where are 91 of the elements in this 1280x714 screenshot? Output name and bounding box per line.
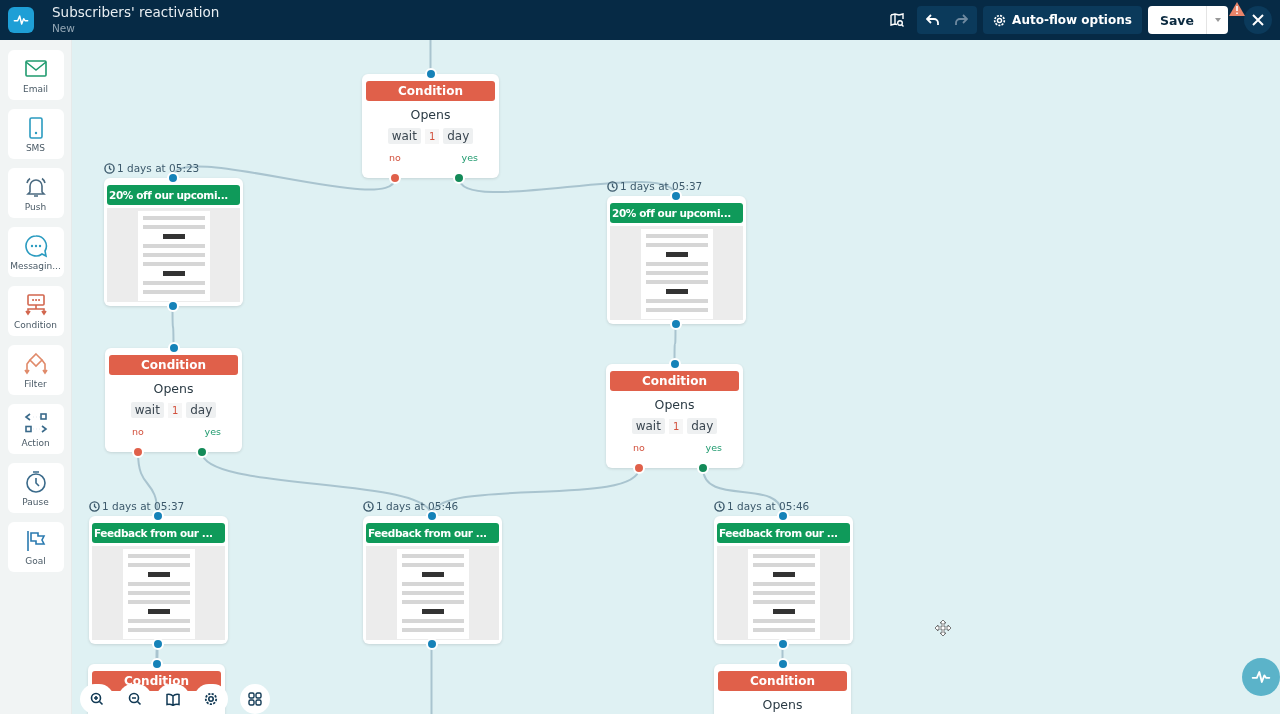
delay-text: 1 days at 05:46	[727, 500, 810, 512]
condition-title: Condition	[610, 371, 739, 391]
condition-node[interactable]: Condition Opens wait 1 day no yes	[362, 74, 499, 178]
clock-icon	[89, 500, 100, 512]
zoom-out-icon	[128, 692, 142, 706]
wait-unit: day	[186, 402, 217, 418]
delay-text: 1 days at 05:23	[117, 162, 200, 174]
port-dot[interactable]	[425, 510, 438, 522]
condition-node[interactable]: Condition Opens wait 1 day no yes	[606, 364, 743, 468]
sidebar-item[interactable]: Push	[7, 168, 64, 218]
email-title: 20% off our upcomi...	[107, 185, 240, 205]
condition-node[interactable]: Condition Opens	[714, 664, 851, 714]
delay-text: 1 days at 05:37	[620, 180, 703, 192]
sidebar-item[interactable]: SMS	[7, 109, 64, 159]
event-label: Opens	[153, 381, 194, 396]
move-cursor-icon	[935, 620, 951, 636]
wait-label: wait	[631, 418, 665, 434]
wait-label: wait	[387, 128, 421, 144]
port-dot[interactable]	[166, 172, 179, 184]
zoom-in-icon	[90, 692, 104, 706]
email-title: Feedback from our ...	[366, 523, 499, 543]
no-branch-label: no	[132, 426, 144, 437]
flow-status: New	[52, 21, 76, 36]
wait-unit: day	[687, 418, 718, 434]
clock-icon	[363, 500, 374, 512]
delay-text: 1 days at 05:46	[376, 500, 459, 512]
yes-branch-label: yes	[705, 442, 722, 453]
caret-icon	[1214, 18, 1221, 22]
delay-text: 1 days at 05:37	[102, 500, 185, 512]
condition-node[interactable]: Condition Opens wait 1 day no yes	[105, 348, 242, 452]
wait-unit: day	[443, 128, 474, 144]
stopwatch-icon	[23, 469, 48, 494]
branch-icon	[23, 292, 48, 317]
email-node[interactable]: 20% off our upcomi...	[104, 178, 243, 306]
settings-icon	[993, 13, 1007, 27]
chat-bubble-icon	[23, 233, 48, 258]
event-label: Opens	[762, 697, 803, 712]
flow-title: Subscribers' reactivation	[52, 4, 220, 21]
chat-button[interactable]	[1242, 658, 1280, 696]
event-label: Opens	[410, 107, 451, 122]
port-dot[interactable]	[669, 190, 682, 202]
port-dot[interactable]	[151, 510, 164, 522]
no-branch-label: no	[633, 442, 645, 453]
settings-icon	[204, 692, 218, 706]
email-node[interactable]: 20% off our upcomi...	[607, 196, 746, 324]
sidebar-item[interactable]: Condition	[7, 286, 64, 336]
close-icon	[1252, 14, 1264, 26]
redo-icon	[954, 14, 969, 26]
close-button[interactable]	[1244, 6, 1272, 34]
condition-title: Condition	[366, 81, 495, 101]
zoom-in-button[interactable]	[80, 684, 114, 714]
clock-icon	[104, 162, 115, 174]
map-search-icon	[890, 13, 905, 27]
sidebar-item[interactable]: Email	[7, 50, 64, 100]
event-label: Opens	[654, 397, 695, 412]
auto-flow-options-button[interactable]: Auto-flow options	[983, 6, 1142, 34]
email-title: Feedback from our ...	[717, 523, 850, 543]
port-dot[interactable]	[150, 658, 163, 670]
yes-branch-label: yes	[204, 426, 221, 437]
arrows-icon	[23, 410, 48, 435]
wait-label: wait	[130, 402, 164, 418]
book-icon	[166, 692, 180, 706]
wait-value: 1	[167, 402, 183, 418]
clock-icon	[607, 180, 618, 192]
grid-icon	[248, 692, 262, 706]
condition-title: Condition	[109, 355, 238, 375]
grid-button[interactable]	[240, 684, 270, 714]
sidebar-item[interactable]: Action	[7, 404, 64, 454]
sidebar-item[interactable]: Pause	[7, 463, 64, 513]
email-title: 20% off our upcomi...	[610, 203, 743, 223]
port-dot[interactable]	[668, 358, 681, 370]
no-branch-label: no	[389, 152, 401, 163]
sidebar-item[interactable]: Messagin...	[7, 227, 64, 277]
port-dot[interactable]	[776, 510, 789, 522]
port-dot[interactable]	[167, 342, 180, 354]
email-node[interactable]: Feedback from our ...	[714, 516, 853, 644]
clock-icon	[714, 500, 725, 512]
undo-icon	[926, 14, 941, 26]
sidebar-item[interactable]: Filter	[7, 345, 64, 395]
wait-value: 1	[668, 418, 684, 434]
sidebar-item[interactable]: Goal	[7, 522, 64, 572]
wait-value: 1	[424, 128, 440, 144]
email-title: Feedback from our ...	[92, 523, 225, 543]
port-dot[interactable]	[776, 658, 789, 670]
port-dot[interactable]	[424, 68, 437, 80]
yes-branch-label: yes	[461, 152, 478, 163]
condition-title: Condition	[718, 671, 847, 691]
email-node[interactable]: Feedback from our ...	[89, 516, 228, 644]
email-node[interactable]: Feedback from our ...	[363, 516, 502, 644]
diamond-split-icon	[23, 351, 48, 376]
app-logo[interactable]	[8, 7, 34, 33]
